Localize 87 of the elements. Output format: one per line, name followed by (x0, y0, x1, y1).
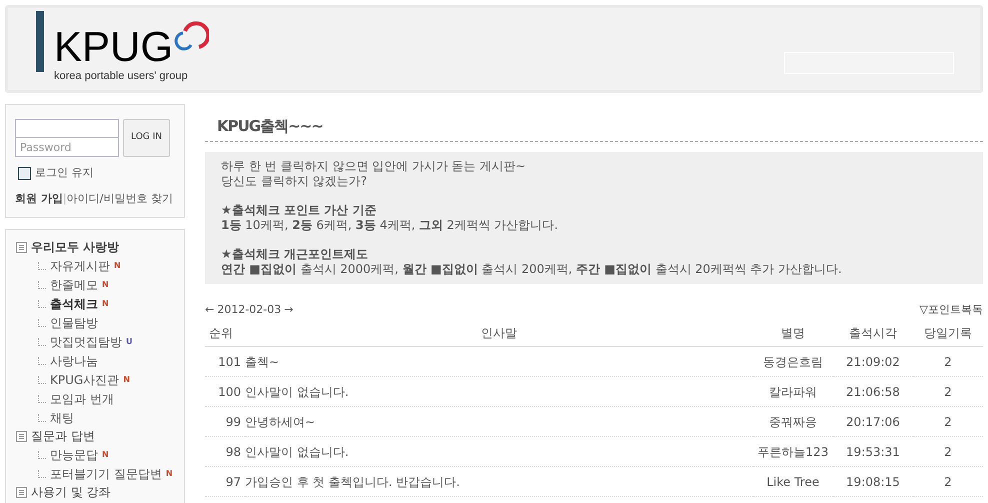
find-account-link[interactable]: 아이디/비밀번호 찾기 (66, 190, 173, 207)
login-button[interactable]: LOG IN (123, 119, 170, 157)
table-cell: 20:17:06 (833, 406, 913, 436)
column-header: 당일기록 (913, 320, 983, 346)
notice-text: ★출석체크 포인트 가산 기준 (221, 203, 378, 218)
column-header: 출석시각 (833, 320, 913, 346)
next-day-link[interactable]: → (284, 302, 294, 318)
list-icon (16, 242, 27, 252)
tree-line-icon (38, 300, 46, 308)
new-marker-label: N (123, 374, 130, 386)
notice-text: ★출석체크 개근포인트제도 (221, 247, 369, 262)
table-cell: 중꿔짜응 (753, 406, 833, 436)
point-link[interactable]: ▽포인트복독 (920, 302, 983, 318)
new-marker-label: N (102, 448, 109, 460)
table-cell: 19:53:31 (833, 436, 913, 466)
sidebar-link[interactable]: 한줄메모 (50, 276, 98, 294)
sidebar-link[interactable]: 출석체크 (50, 294, 98, 312)
link-separator: | (62, 190, 67, 207)
tree-line-icon (38, 376, 46, 384)
new-marker-label: U (126, 336, 132, 348)
sidebar-link[interactable]: 포터블기기 질문답변 (50, 464, 162, 482)
tree-line-icon (38, 356, 46, 364)
sidebar-link[interactable]: KPUG사진관 (50, 370, 120, 388)
sidebar-category[interactable]: 사용기 및 강좌 (31, 483, 111, 501)
board-title: KPUG출첵~~~ (217, 117, 323, 135)
notice-text: 연간 ■집없이 출석시 2000케퍽, 월간 ■집없이 출석시 200케퍽, 주간 ■집없이 출석시 20케퍽씩 추가 가산합니다. (221, 262, 843, 277)
remember-label: 로그인 유지 (35, 165, 94, 181)
table-cell: 2 (913, 376, 983, 406)
tree-line-icon (38, 318, 46, 326)
notice-text: 1등 10케퍽, 2등 6케퍽, 3등 4케퍽, 그외 2케퍽씩 가산합니다. (221, 218, 560, 233)
notice-text: 하루 한 번 클릭하지 않으면 입안에 가시가 돋는 게시판~ (221, 159, 527, 174)
tree-line-icon (38, 414, 46, 422)
user-id-field[interactable] (15, 119, 119, 138)
sidebar-link[interactable]: 채팅 (50, 408, 74, 426)
sidebar-link[interactable]: 모임과 번개 (50, 390, 114, 408)
tree-line-icon (38, 394, 46, 402)
column-header: 순위 (205, 320, 245, 346)
table-cell: 2 (913, 466, 983, 496)
table-cell: 가입승인 후 첫 출첵입니다. 반갑습니다. (245, 466, 753, 496)
logo-text: KPUG (54, 27, 174, 67)
logo-tagline: korea portable users' group (54, 69, 189, 83)
logo-bar (36, 11, 44, 72)
table-cell: 97 (205, 466, 245, 496)
tree-line-icon (38, 470, 46, 478)
table-cell: 인사말이 없습니다. (245, 376, 753, 406)
sidebar-link[interactable]: 만능문답 (50, 446, 98, 464)
sidebar-link[interactable]: 인물탐방 (50, 314, 98, 332)
join-link[interactable]: 회원 가입 (15, 190, 63, 207)
table-cell: 칼라파워 (753, 376, 833, 406)
tree-line-icon (38, 338, 46, 346)
tree-line-icon (38, 262, 46, 270)
list-icon (16, 430, 27, 442)
table-cell: 2 (913, 346, 983, 376)
date-label: 2012-02-03 (217, 302, 282, 318)
password-field[interactable]: Password (15, 138, 119, 157)
table-cell: 21:09:02 (833, 346, 913, 376)
sidebar-category[interactable]: 질문과 답변 (31, 427, 95, 445)
column-header: 별명 (753, 320, 833, 346)
table-cell: 동경은흐림 (753, 346, 833, 376)
new-marker-label: N (114, 260, 121, 272)
sidebar-link[interactable]: 자유게시판 (50, 256, 110, 274)
sidebar-link[interactable]: 사랑나눔 (50, 352, 98, 370)
notice-text: 당신도 클릭하지 않겠는가? (221, 174, 368, 189)
table-cell: 100 (205, 376, 245, 406)
table-cell: 19:08:15 (833, 466, 913, 496)
new-marker-label: N (102, 278, 109, 290)
table-cell: 21:06:58 (833, 376, 913, 406)
table-cell: 2 (913, 436, 983, 466)
new-marker-label: N (102, 298, 109, 310)
table-cell: 101 (205, 346, 245, 376)
sidebar-link[interactable]: 맛집멋집탐방 (50, 332, 122, 350)
tree-line-icon (38, 450, 46, 458)
sidebar-category[interactable]: 우리모두 사랑방 (31, 238, 120, 256)
table-cell: 출첵~ (245, 346, 753, 376)
column-header: 인사말 (245, 320, 753, 346)
previous-day-link[interactable]: ← (205, 302, 214, 318)
table-cell: 안녕하세여~ (245, 406, 753, 436)
tree-line-icon (38, 280, 46, 288)
remember-checkbox[interactable] (18, 166, 31, 180)
table-cell: 98 (205, 436, 245, 466)
table-cell: 푸른하늘123 (753, 436, 833, 466)
list-icon (16, 486, 27, 498)
table-cell: Like Tree (753, 466, 833, 496)
new-marker-label: N (166, 468, 173, 480)
table-cell: 인사말이 없습니다. (245, 436, 753, 466)
table-cell: 99 (205, 406, 245, 436)
table-cell: 2 (913, 406, 983, 436)
